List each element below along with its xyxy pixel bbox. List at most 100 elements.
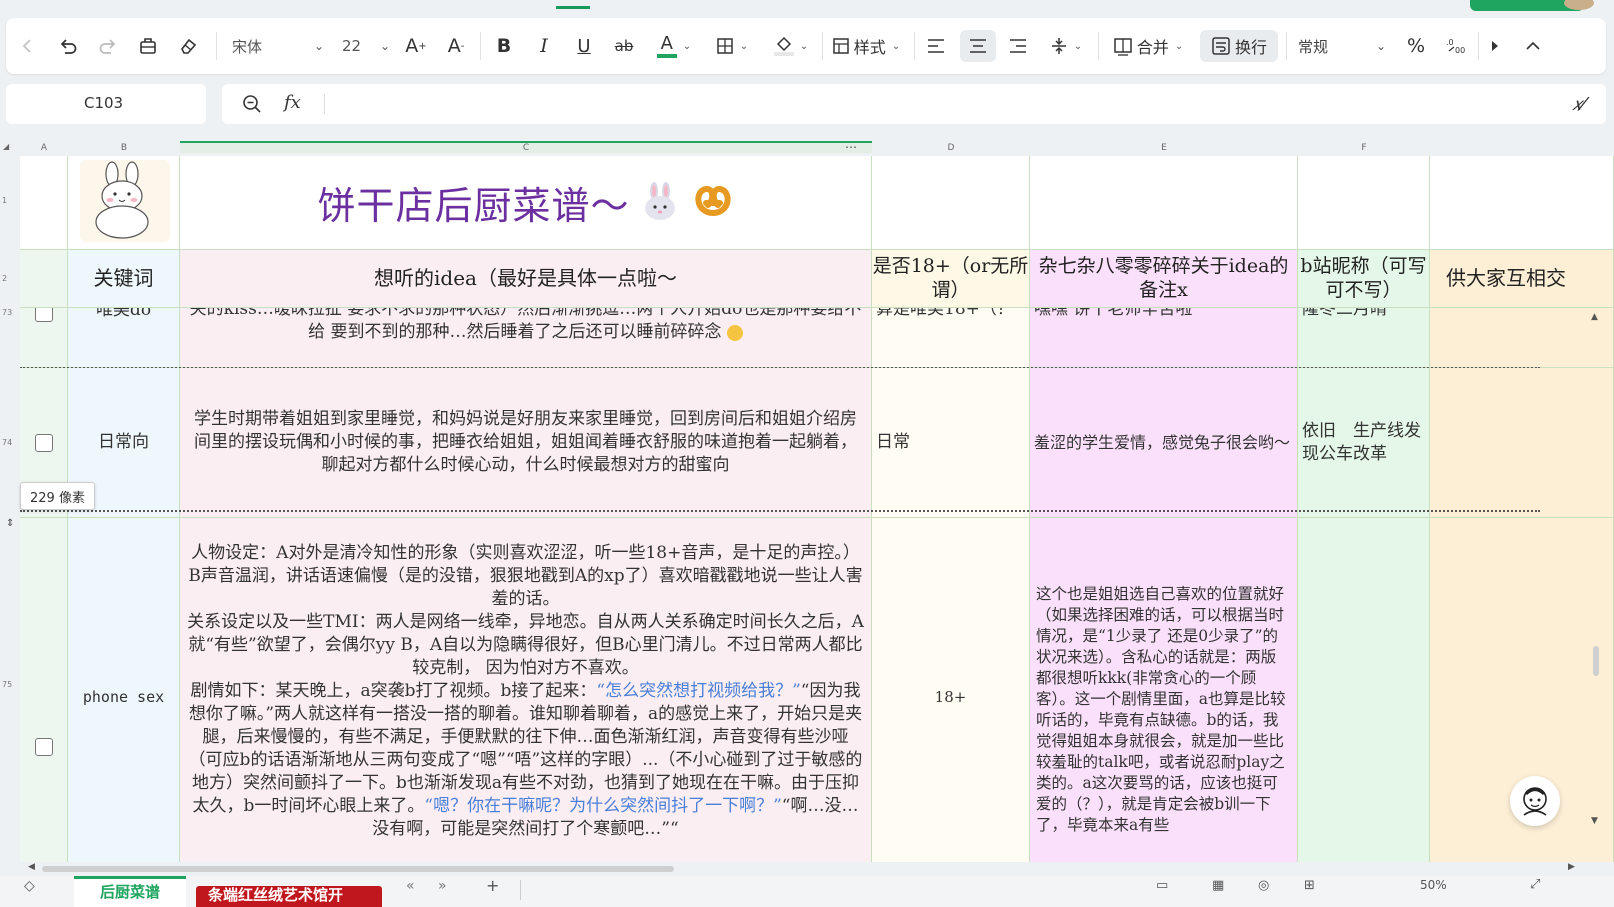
- align-left-icon[interactable]: [922, 30, 950, 62]
- row75-bili[interactable]: [1298, 518, 1430, 862]
- vertical-scrollbar[interactable]: ▲ ▼: [1588, 308, 1604, 848]
- percent-icon[interactable]: %: [1402, 30, 1430, 62]
- horizontal-scrollbar[interactable]: ◀ ▶: [20, 862, 1614, 876]
- zoom-in-icon[interactable]: [242, 94, 262, 118]
- row75-keyword[interactable]: phone sex: [68, 518, 180, 862]
- number-format-select[interactable]: 常规 ⌄: [1294, 30, 1390, 62]
- row74-bili[interactable]: 依旧 生产线发现公车改革: [1298, 368, 1430, 518]
- cell-style-button[interactable]: 样式 ⌄: [826, 30, 906, 62]
- row73-notes[interactable]: 嘿嘿 饼干老师辛苦啦: [1030, 308, 1298, 368]
- double-chevron-right-icon[interactable]: »: [438, 878, 447, 894]
- name-box[interactable]: C103: [6, 84, 206, 124]
- row73-bili[interactable]: 隆冬二月晴: [1298, 308, 1430, 368]
- view-reading-icon[interactable]: ◎: [1258, 878, 1269, 893]
- increase-font-icon[interactable]: A +: [402, 30, 430, 62]
- zoom-level[interactable]: 50%: [1420, 878, 1447, 892]
- scroll-left-icon[interactable]: ◀: [28, 862, 35, 872]
- row74-adult[interactable]: 日常: [872, 368, 1030, 518]
- sheet-tab-active[interactable]: 后厨菜谱: [74, 876, 186, 907]
- cell-a2[interactable]: [20, 250, 68, 308]
- sheet-list-icon[interactable]: ◇: [24, 878, 35, 894]
- view-page-break-icon[interactable]: ⊞: [1304, 878, 1315, 893]
- double-chevron-left-icon[interactable]: «: [406, 878, 415, 894]
- header-idea[interactable]: 想听的idea（最好是具体一点啦～: [180, 250, 872, 308]
- vertical-scroll-thumb[interactable]: [1593, 646, 1599, 676]
- row74-idea[interactable]: 学生时期带着姐姐到家里睡觉，和妈妈说是好朋友来家里睡觉，回到房间后和姐姐介绍房间…: [180, 368, 872, 518]
- collapse-ribbon-icon[interactable]: [1520, 30, 1546, 62]
- ai-assistant-icon[interactable]: [1510, 776, 1560, 826]
- column-header-d[interactable]: D: [872, 143, 1030, 153]
- redo-icon[interactable]: [94, 30, 122, 62]
- cell-c1-title[interactable]: 饼干店后厨菜谱～: [180, 156, 872, 250]
- row74-share[interactable]: [1430, 368, 1614, 518]
- cell-g1[interactable]: [1430, 156, 1614, 250]
- formula-input[interactable]: [332, 88, 1542, 120]
- column-header-a[interactable]: A: [20, 143, 68, 153]
- fullscreen-icon[interactable]: ⤢: [1530, 877, 1540, 892]
- borders-button[interactable]: ⌄: [708, 30, 756, 62]
- strikethrough-icon[interactable]: ab: [610, 30, 638, 62]
- cell-f1[interactable]: [1298, 156, 1430, 250]
- row75-adult[interactable]: 18+: [872, 518, 1030, 862]
- sheet-tab[interactable]: 条端红丝绒艺术馆开: [196, 886, 382, 907]
- row73-keyword[interactable]: 唯美do: [68, 308, 180, 368]
- cell-e1[interactable]: [1030, 156, 1298, 250]
- more-right-icon[interactable]: [1484, 30, 1506, 62]
- row-checkbox[interactable]: [35, 308, 53, 322]
- format-painter-icon[interactable]: [134, 30, 162, 62]
- align-right-icon[interactable]: [1004, 30, 1032, 62]
- row-header-75[interactable]: 75: [2, 680, 12, 689]
- row75-notes[interactable]: 这个也是姐姐选自己喜欢的位置就好（如果选择困难的话，可以根据当时情况，是“1少录…: [1030, 518, 1298, 862]
- view-page-layout-icon[interactable]: ▦: [1212, 878, 1224, 893]
- row74-notes[interactable]: 羞涩的学生爱情，感觉兔子很会哟～: [1030, 368, 1298, 518]
- cell-a1[interactable]: [20, 156, 68, 250]
- row73-share[interactable]: [1430, 308, 1614, 368]
- row73-adult[interactable]: 算是唯美18+（？: [872, 308, 1030, 368]
- cell-d1[interactable]: [872, 156, 1030, 250]
- column-header-e[interactable]: E: [1030, 143, 1298, 153]
- font-color-button[interactable]: A ⌄: [648, 30, 700, 62]
- undo-icon[interactable]: [54, 30, 82, 62]
- font-size-select[interactable]: 22 ⌄: [342, 30, 390, 62]
- select-all-corner[interactable]: ◢: [3, 142, 9, 151]
- row-header-73[interactable]: 73: [2, 308, 12, 317]
- wrap-text-button[interactable]: 换行: [1200, 30, 1278, 62]
- row-header-1[interactable]: 1: [2, 196, 7, 205]
- row75-idea[interactable]: 人物设定：A对外是清冷知性的形象（实则喜欢涩涩，听一些18+音声，是十足的声控。…: [180, 518, 872, 862]
- cell-b1[interactable]: [68, 156, 180, 250]
- row-checkbox[interactable]: [35, 434, 53, 452]
- header-keyword[interactable]: 关键词: [68, 250, 180, 308]
- header-adult[interactable]: 是否18+（or无所谓）: [872, 250, 1030, 308]
- scroll-down-icon[interactable]: ▼: [1591, 816, 1598, 826]
- row-header-74[interactable]: 74: [2, 438, 12, 447]
- row-checkbox[interactable]: [35, 738, 53, 756]
- underline-icon[interactable]: U: [570, 30, 598, 62]
- expand-formula-icon[interactable]: 𝑥⁄: [1572, 94, 1585, 115]
- header-bili[interactable]: b站昵称（可写可不写）: [1298, 250, 1430, 308]
- row73-idea[interactable]: 夹的kiss…暧昧拉扯 要求不求的那种状态）然后渐渐挑逗…两个人开始do也是那种…: [180, 308, 872, 368]
- thousands-separator-icon[interactable]: .0 00: [1442, 30, 1470, 62]
- italic-icon[interactable]: I: [530, 30, 558, 62]
- scroll-right-icon[interactable]: ▶: [1568, 862, 1575, 872]
- add-sheet-icon[interactable]: +: [486, 876, 499, 895]
- back-icon[interactable]: [16, 30, 38, 62]
- column-header-f[interactable]: F: [1298, 143, 1430, 153]
- fill-color-button[interactable]: ⌄: [766, 30, 816, 62]
- horizontal-scroll-thumb[interactable]: [42, 866, 674, 872]
- row-resize-handle[interactable]: ⇕: [6, 518, 14, 529]
- eraser-icon[interactable]: [174, 30, 202, 62]
- font-name-select[interactable]: 宋体 ⌄: [228, 30, 328, 62]
- fx-icon[interactable]: fx: [284, 92, 301, 113]
- decrease-font-icon[interactable]: A-: [442, 30, 470, 62]
- scroll-up-icon[interactable]: ▲: [1591, 312, 1598, 322]
- column-header-c[interactable]: C: [180, 141, 872, 153]
- align-center-icon[interactable]: [960, 30, 996, 62]
- header-share[interactable]: 供大家互相交: [1430, 250, 1614, 308]
- row-header-2[interactable]: 2: [2, 274, 7, 283]
- column-more-icon[interactable]: ⋯: [845, 140, 857, 154]
- column-header-b[interactable]: B: [68, 143, 180, 153]
- view-normal-icon[interactable]: ▭: [1156, 878, 1168, 893]
- vertical-align-button[interactable]: ⌄: [1042, 30, 1090, 62]
- header-notes[interactable]: 杂七杂八零零碎碎关于idea的备注x: [1030, 250, 1298, 308]
- merge-button[interactable]: 合并 ⌄: [1106, 30, 1190, 62]
